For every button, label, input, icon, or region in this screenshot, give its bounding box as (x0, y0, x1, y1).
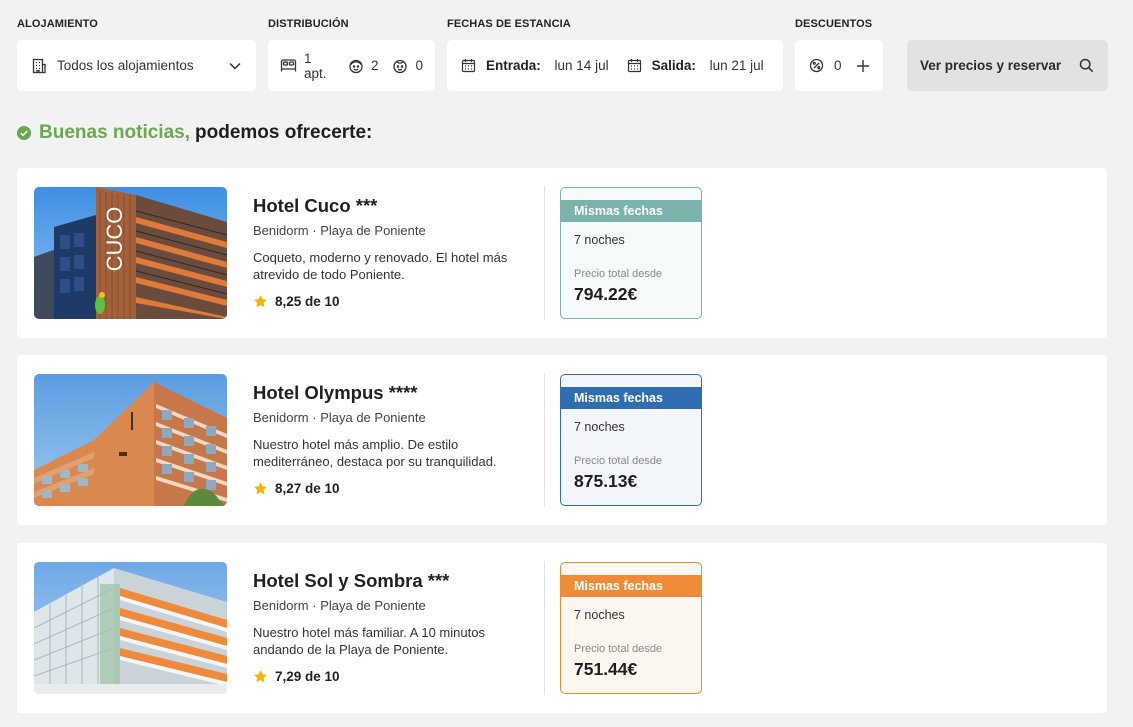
fechas-selector[interactable]: Entrada: lun 14 jul Salida: lun 21 jul (447, 40, 783, 91)
hotel-info: Hotel Cuco *** Benidorm · Playa de Ponie… (253, 195, 533, 309)
alojamiento-select[interactable]: Todos los alojamientos (17, 40, 256, 91)
price-box[interactable]: Mismas fechas 7 noches Precio total desd… (560, 562, 702, 694)
headline-rest: podemos ofrecerte: (195, 122, 373, 143)
price-header: Mismas fechas (561, 387, 701, 409)
entrada-date[interactable]: Entrada: lun 14 jul (461, 58, 609, 73)
card-divider (544, 561, 545, 695)
adults-count: 2 (370, 58, 379, 73)
apartments-count: 1 apt. (304, 50, 327, 81)
chevron-down-icon (229, 62, 241, 70)
price-nights: 7 noches (574, 420, 625, 434)
bed-icon (280, 59, 297, 72)
search-icon (1079, 58, 1094, 73)
salida-value: lun 21 jul (709, 58, 764, 73)
star-icon (254, 295, 267, 308)
building-icon (32, 58, 46, 73)
star-icon (254, 670, 267, 683)
price-value: 794.22€ (574, 284, 638, 304)
price-header: Mismas fechas (561, 200, 701, 222)
hotel-photo[interactable] (34, 562, 227, 694)
hotel-description: Coqueto, moderno y renovado. El hotel má… (253, 250, 508, 282)
headline-good: Buenas noticias, (39, 122, 190, 143)
hotel-description: Nuestro hotel más amplio. De estilo medi… (253, 437, 497, 469)
hotel-name[interactable]: Hotel Cuco *** (253, 195, 533, 217)
price-nights: 7 noches (574, 608, 625, 622)
distribucion-selector[interactable]: 1 apt. 2 0 (268, 40, 435, 91)
fechas-label: FECHAS DE ESTANCIA (447, 18, 571, 30)
distribucion-label: DISTRIBUCIÓN (268, 18, 349, 30)
svg-text:CUCO: CUCO (102, 207, 127, 272)
hotel-rating-value: 8,27 de 10 (275, 481, 340, 496)
price-box[interactable]: Mismas fechas 7 noches Precio total desd… (560, 187, 702, 319)
price-value: 875.13€ (574, 471, 638, 491)
hotel-rating-value: 7,29 de 10 (275, 669, 340, 684)
ver-precios-label: Ver precios y reservar (920, 58, 1062, 73)
alojamiento-value: Todos los alojamientos (57, 58, 194, 73)
check-circle-icon (17, 126, 31, 140)
ver-precios-button[interactable]: Ver precios y reservar (907, 40, 1108, 91)
price-from-label: Precio total desde (574, 643, 663, 655)
card-divider (544, 186, 545, 320)
discount-count: 0 (834, 58, 842, 73)
price-from-label: Precio total desde (574, 268, 663, 280)
children-count: 0 (415, 58, 423, 73)
plus-icon[interactable] (856, 59, 870, 73)
price-nights: 7 noches (574, 233, 625, 247)
hotel-card[interactable]: Hotel Olympus **** Benidorm · Playa de P… (17, 355, 1107, 525)
hotel-rating: 8,25 de 10 (253, 294, 533, 309)
hotel-location: Benidorm · Playa de Poniente (253, 598, 426, 613)
price-from-label: Precio total desde (574, 455, 663, 467)
hotel-card[interactable]: Hotel Sol y Sombra *** Benidorm · Playa … (17, 543, 1107, 713)
salida-date[interactable]: Salida: lun 21 jul (627, 58, 764, 73)
entrada-value: lun 14 jul (554, 58, 609, 73)
hotel-photo[interactable] (34, 374, 227, 506)
hotel-rating-value: 8,25 de 10 (275, 294, 340, 309)
calendar-icon (627, 59, 641, 73)
price-value: 751.44€ (574, 659, 638, 679)
hotel-description: Nuestro hotel más familiar. A 10 minutos… (253, 625, 485, 657)
adult-icon (349, 59, 363, 73)
hotel-name[interactable]: Hotel Sol y Sombra *** (253, 570, 533, 592)
hotel-location: Benidorm · Playa de Poniente (253, 410, 426, 425)
hotel-name[interactable]: Hotel Olympus **** (253, 382, 533, 404)
hotel-info: Hotel Olympus **** Benidorm · Playa de P… (253, 382, 533, 496)
child-icon (393, 59, 408, 73)
hotel-info: Hotel Sol y Sombra *** Benidorm · Playa … (253, 570, 533, 684)
descuentos-label: DESCUENTOS (795, 18, 873, 30)
salida-label: Salida: (651, 58, 696, 73)
entrada-label: Entrada: (486, 58, 541, 73)
hotel-photo[interactable]: CUCO (34, 187, 227, 319)
discount-icon (809, 58, 824, 73)
price-header: Mismas fechas (561, 575, 701, 597)
results-headline: Buenas noticias, podemos ofrecerte: (17, 122, 372, 144)
hotel-location: Benidorm · Playa de Poniente (253, 223, 426, 238)
price-box[interactable]: Mismas fechas 7 noches Precio total desd… (560, 374, 702, 506)
hotel-rating: 8,27 de 10 (253, 481, 533, 496)
hotel-card[interactable]: CUCO Hotel Cuco *** Benidorm · Playa de … (17, 168, 1107, 338)
star-icon (254, 482, 267, 495)
hotel-rating: 7,29 de 10 (253, 669, 533, 684)
calendar-icon (461, 59, 476, 73)
card-divider (544, 373, 545, 507)
descuentos-selector[interactable]: 0 (795, 40, 883, 91)
alojamiento-label: ALOJAMIENTO (17, 18, 98, 30)
